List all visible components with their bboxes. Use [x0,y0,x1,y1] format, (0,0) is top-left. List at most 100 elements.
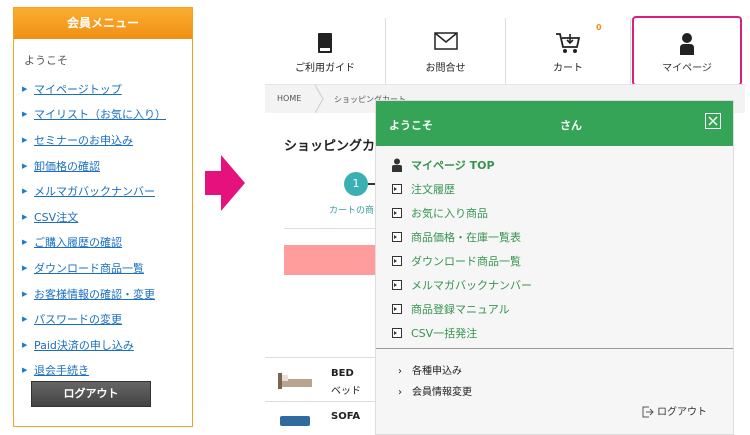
divider [265,357,375,358]
menu-item-mypage-top[interactable]: ▶ マイページトップ [22,76,192,102]
menu-link[interactable]: 卸価格の確認 [34,158,100,174]
nav-cart[interactable]: カート [506,18,631,84]
chevron-right-icon: › [398,387,402,398]
product-name[interactable]: BED [331,368,354,379]
dropdown-item-label: 商品登録マニュアル [411,303,510,316]
menu-item-csv-order[interactable]: ▶ CSV注文 [22,204,192,230]
menu-link[interactable]: パスワードの変更 [34,311,122,327]
dropdown-list: マイページ TOP 注文履歴 お気に入り商品 商品価格・在庫一覧表 ダウンロード… [392,153,532,345]
chevron-right-icon: › [398,366,402,377]
member-menu-list: ▶ マイページトップ ▶ マイリスト（お気に入り） ▶ セミナーのお申込み ▶ 卸価格の… [14,76,192,383]
nav-mypage-label: マイページ [662,63,712,74]
dropdown-item-label: 商品価格・在庫一覧表 [411,231,521,244]
triangle-icon: ▶ [22,315,28,324]
dropdown-item-label: メルマガバックナンバー [411,279,532,292]
triangle-icon: ▶ [22,212,28,221]
triangle-icon: ▶ [22,238,28,247]
triangle-icon: ▶ [22,263,28,272]
menu-link[interactable]: ダウンロード商品一覧 [34,260,144,276]
arrow-box-icon [392,280,402,290]
menu-link[interactable]: ご購入履歴の確認 [34,234,122,250]
menu-link[interactable]: お客様情報の確認・変更 [34,286,155,302]
page-title: ショッピングカ [284,139,376,154]
menu-item-purchase-history[interactable]: ▶ ご購入履歴の確認 [22,230,192,256]
triangle-icon: ▶ [22,84,28,93]
divider [265,401,375,402]
step-circle: 1 [344,172,368,196]
product-name[interactable]: SOFA [331,411,360,422]
dropdown-item-favorites[interactable]: お気に入り商品 [392,201,532,225]
triangle-icon: ▶ [22,289,28,298]
step-label: カートの商 [329,206,375,216]
dropdown-sub-applications[interactable]: › 各種申込み [398,362,462,377]
menu-link[interactable]: 退会手続き [34,362,89,378]
menu-link[interactable]: Paid決済の申し込み [34,337,134,353]
dropdown-logout-label: ログアウト [657,407,707,418]
menu-link[interactable]: マイページトップ [34,81,122,97]
dropdown-item-manual[interactable]: 商品登録マニュアル [392,297,532,321]
arrow-box-icon [392,304,402,314]
dropdown-separator [376,348,733,349]
welcome-text: ようこそ [24,54,68,67]
nav-guide[interactable]: ご利用ガイド [265,18,386,84]
menu-item-paid[interactable]: ▶ Paid決済の申し込み [22,332,192,358]
menu-item-newsletter[interactable]: ▶ メルマガバックナンバー [22,178,192,204]
right-arrow-icon [205,155,245,211]
dropdown-item-label: マイページ TOP [411,159,495,172]
breadcrumb-separator-icon [315,85,324,113]
menu-link[interactable]: メルマガバックナンバー [34,183,155,199]
triangle-icon: ▶ [22,366,28,375]
alert-bar [284,245,376,275]
dropdown-item-csv[interactable]: CSV一括発注 [392,321,532,345]
mypage-dropdown: ようこそ さん マイページ TOP 注文履歴 お気に入り商品 商品価格・在庫一覧… [375,100,734,435]
cart-icon [556,33,581,53]
menu-item-wholesale-price[interactable]: ▶ 卸価格の確認 [22,153,192,179]
triangle-icon: ▶ [22,135,28,144]
user-icon [392,158,402,172]
nav-guide-label: ご利用ガイド [295,63,355,74]
member-menu-panel: 会員メニュー ようこそ ▶ マイページトップ ▶ マイリスト（お気に入り） ▶ セミナ… [13,7,193,427]
dropdown-item-label: ダウンロード商品一覧 [411,255,521,268]
menu-link[interactable]: CSV注文 [34,209,78,225]
dropdown-item-price-stock[interactable]: 商品価格・在庫一覧表 [392,225,532,249]
menu-item-withdraw[interactable]: ▶ 退会手続き [22,358,192,384]
dropdown-item-top[interactable]: マイページ TOP [392,153,532,177]
dropdown-item-label: 注文履歴 [411,183,455,196]
nav-cart-label: カート [553,63,583,74]
divider [284,228,376,229]
menu-item-password[interactable]: ▶ パスワードの変更 [22,306,192,332]
dropdown-welcome: ようこそ [389,119,433,132]
member-menu-header: 会員メニュー [14,8,192,39]
breadcrumb-home[interactable]: HOME [277,94,301,103]
dropdown-sub-member-info[interactable]: › 会員情報変更 [398,383,472,398]
dropdown-item-downloads[interactable]: ダウンロード商品一覧 [392,249,532,273]
nav-mypage[interactable]: マイページ [632,16,742,86]
triangle-icon: ▶ [22,187,28,196]
nav-contact-label: お問合せ [425,63,466,74]
menu-item-mylist[interactable]: ▶ マイリスト（お気に入り） [22,102,192,128]
arrow-box-icon [392,232,402,242]
book-icon [318,33,332,53]
dropdown-san: さん [560,119,582,132]
dropdown-sub-label: 各種申込み [412,366,462,377]
menu-item-customer-info[interactable]: ▶ お客様情報の確認・変更 [22,281,192,307]
menu-link[interactable]: マイリスト（お気に入り） [34,106,166,122]
dropdown-logout[interactable]: ログアウト [642,403,707,418]
menu-item-seminar[interactable]: ▶ セミナーのお申込み [22,127,192,153]
dropdown-item-label: CSV一括発注 [411,327,478,340]
dropdown-header: ようこそ さん [376,101,733,146]
menu-item-downloads[interactable]: ▶ ダウンロード商品一覧 [22,255,192,281]
sofa-thumbnail[interactable] [278,412,312,428]
user-icon [680,33,694,55]
bed-thumbnail[interactable] [276,369,316,393]
dropdown-item-label: お気に入り商品 [411,207,488,220]
dropdown-item-order-history[interactable]: 注文履歴 [392,177,532,201]
dropdown-item-newsletter[interactable]: メルマガバックナンバー [392,273,532,297]
arrow-box-icon [392,328,402,338]
menu-link[interactable]: セミナーのお申込み [34,132,133,148]
envelope-icon [433,32,458,50]
close-icon[interactable] [705,113,721,129]
nav-contact[interactable]: お問合せ [386,18,506,84]
logout-button[interactable]: ログアウト [31,381,151,407]
arrow-box-icon [392,256,402,266]
